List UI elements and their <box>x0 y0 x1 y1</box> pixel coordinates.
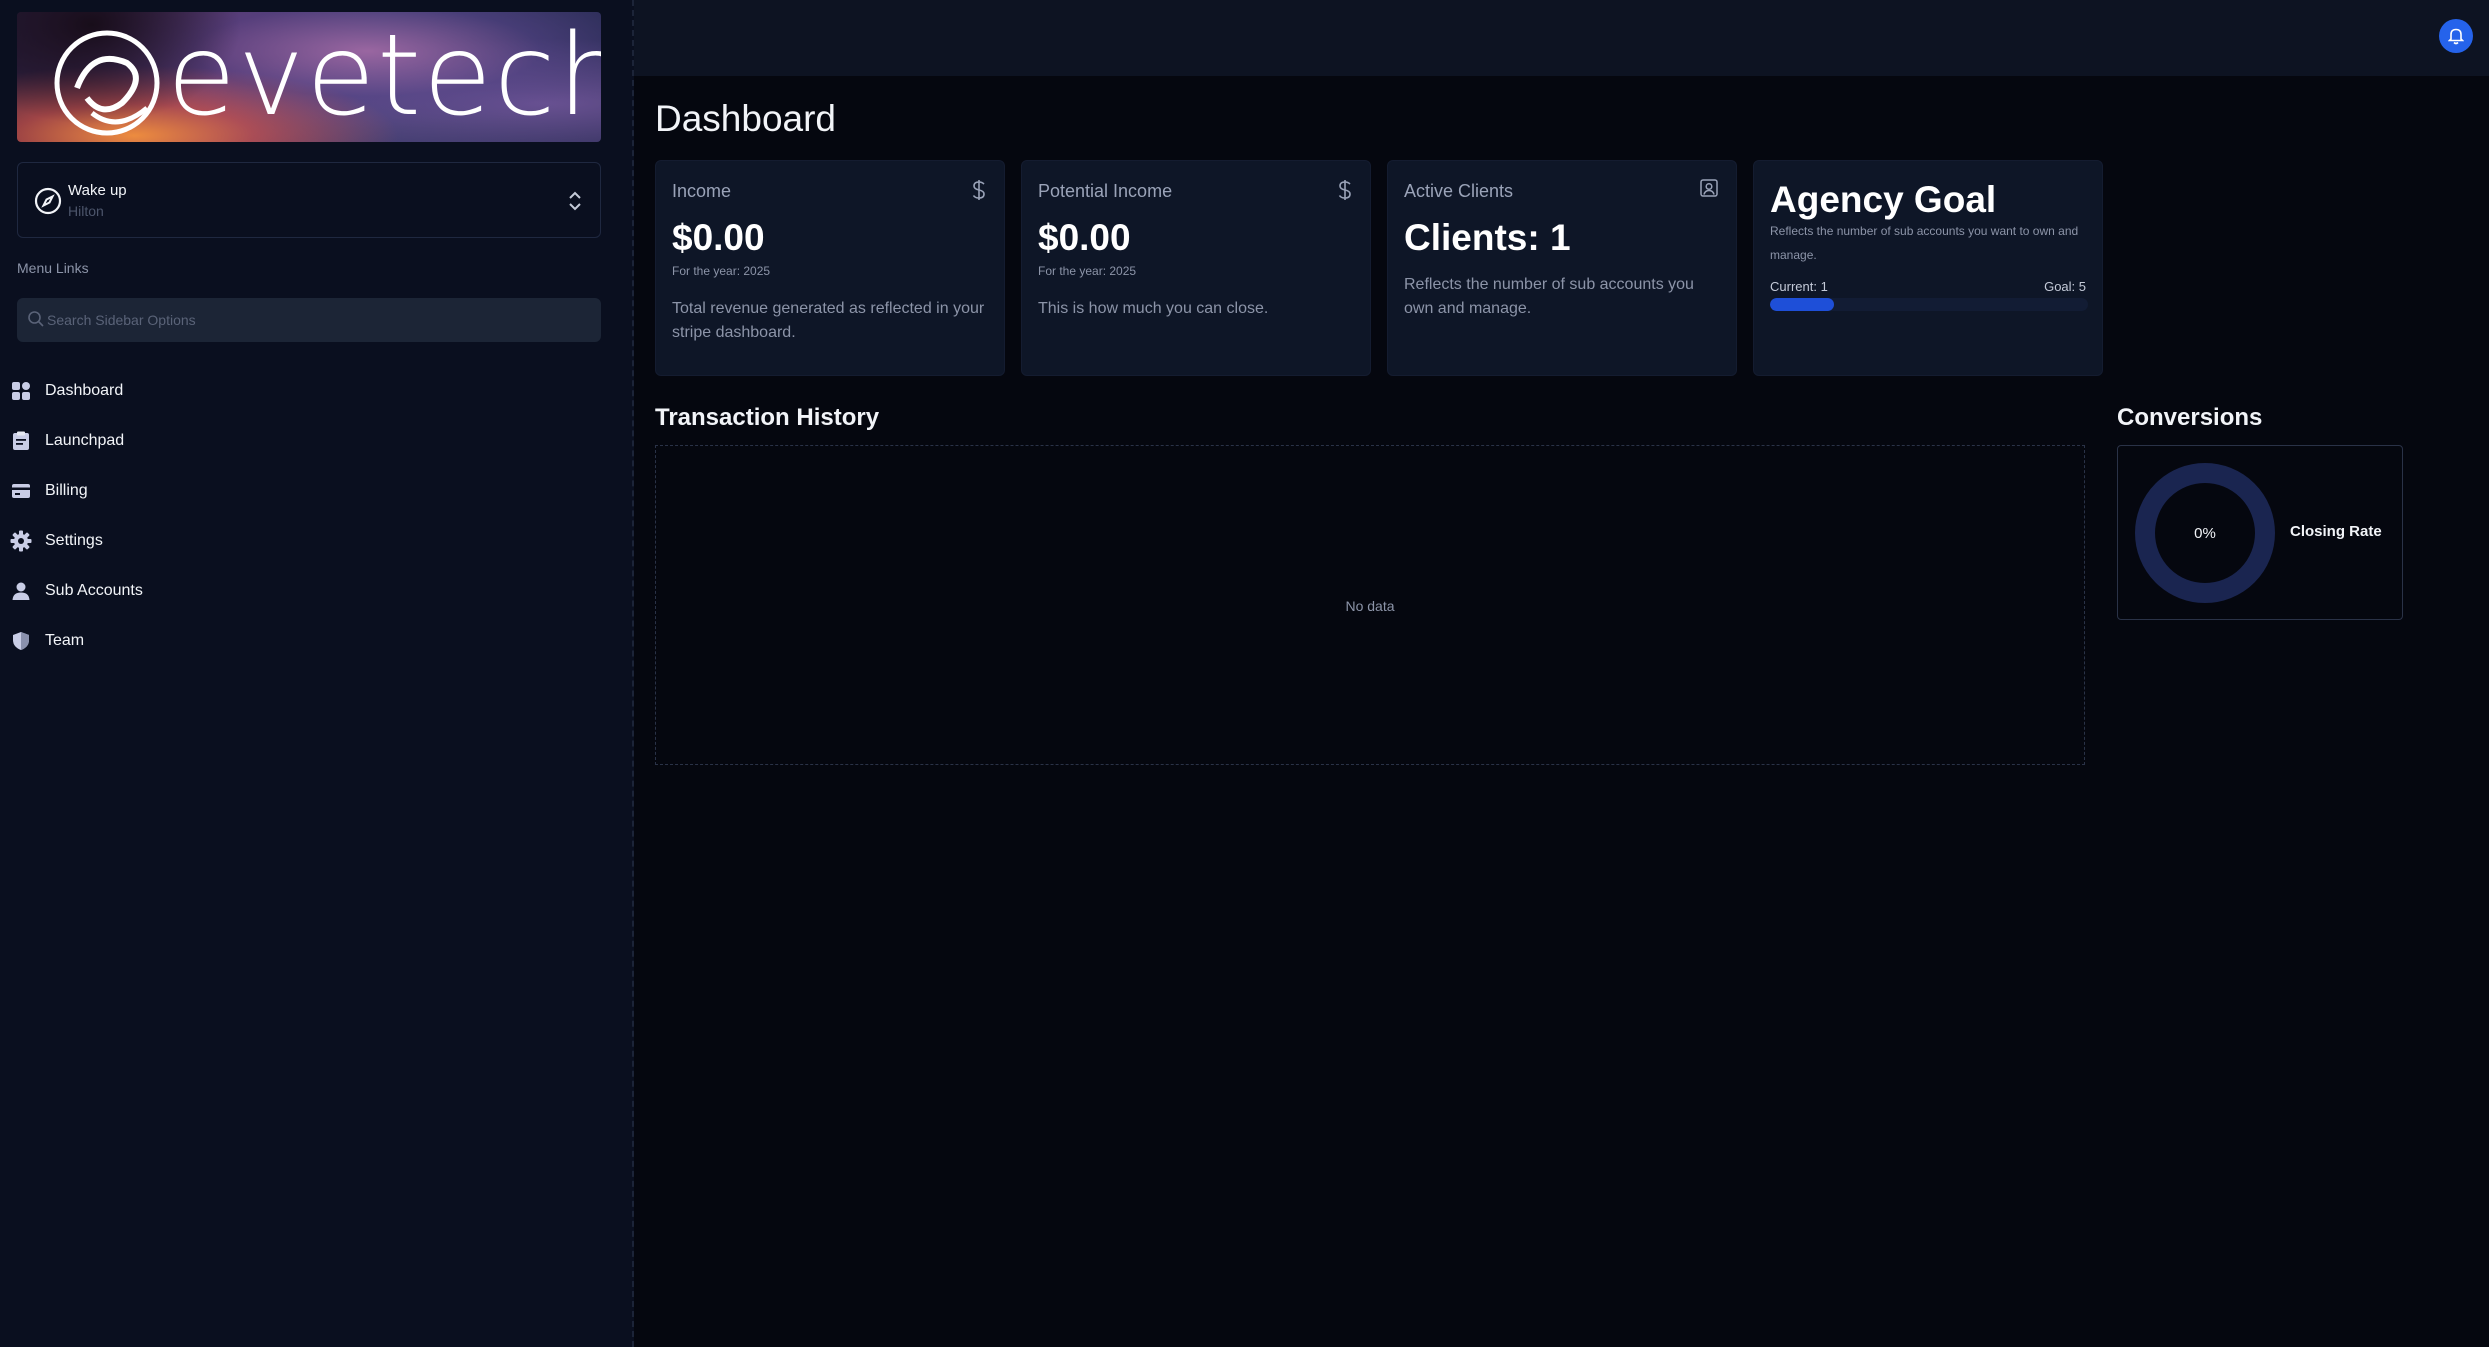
income-year: For the year: 2025 <box>672 264 771 278</box>
potential-income-card-title: Potential Income <box>1038 181 1173 201</box>
agency-goal-description: Reflects the number of sub accounts you … <box>1770 224 2079 262</box>
search-icon <box>28 311 44 327</box>
contact-icon <box>1700 179 1718 197</box>
potential-income-year: For the year: 2025 <box>1038 264 1137 278</box>
sidebar-item-sub-accounts[interactable]: Sub Accounts <box>0 566 634 616</box>
sidebar-item-label: Dashboard <box>45 382 124 399</box>
sidebar-item-label: Team <box>45 632 85 649</box>
bell-icon <box>2448 28 2464 45</box>
agency-goal-progress-fill <box>1770 298 1834 311</box>
income-description: Total revenue generated as reflected in … <box>672 300 985 341</box>
top-bar <box>634 0 2489 76</box>
account-name: Wake up <box>68 182 127 199</box>
agency-goal-target: Goal: 5 <box>2044 279 2086 294</box>
page-title: Dashboard <box>655 98 837 139</box>
income-value: $0.00 <box>672 217 765 258</box>
agency-goal-title: Agency Goal <box>1770 179 1997 220</box>
closing-rate-value: 0% <box>2194 524 2216 542</box>
sidebar-item-team[interactable]: Team <box>0 616 634 666</box>
account-switcher[interactable]: Wake up Hilton <box>17 162 601 238</box>
no-data-text: No data <box>1345 598 1395 614</box>
gear-icon <box>10 530 32 552</box>
potential-income-value: $0.00 <box>1038 217 1131 258</box>
sidebar-item-settings[interactable]: Settings <box>0 516 634 566</box>
agency-goal-current: Current: 1 <box>1770 279 1828 294</box>
brand-logo[interactable]: evetech <box>17 12 601 142</box>
agency-goal-card: Agency Goal Reflects the number of sub a… <box>1753 160 2103 376</box>
account-subtitle: Hilton <box>68 203 104 219</box>
closing-rate-caption: Closing Rate <box>2290 523 2382 540</box>
active-clients-description: Reflects the number of sub accounts you … <box>1404 276 1694 317</box>
menu-links-label: Menu Links <box>17 260 89 276</box>
potential-income-description: This is how much you can close. <box>1038 300 1269 317</box>
dollar-icon <box>1338 180 1351 200</box>
active-clients-value: Clients: 1 <box>1404 217 1571 258</box>
logo-wordmark: evetech <box>167 12 601 141</box>
sidebar-item-launchpad[interactable]: Launchpad <box>0 416 634 466</box>
agency-goal-progress-bar <box>1770 298 2088 311</box>
dashboard-icon <box>10 380 32 402</box>
clipboard-icon <box>10 430 32 452</box>
sidebar-item-label: Launchpad <box>45 432 125 449</box>
sidebar-item-label: Billing <box>45 482 88 499</box>
sidebar-item-billing[interactable]: Billing <box>0 466 634 516</box>
shield-icon <box>10 630 32 652</box>
sidebar: evetech Wake up Hilton Menu Links Dashbo… <box>0 0 634 1347</box>
transaction-history-chart: No data <box>655 445 2085 765</box>
conversions-title: Conversions <box>2117 404 2263 431</box>
sidebar-item-dashboard[interactable]: Dashboard <box>0 366 634 416</box>
transaction-history-title: Transaction History <box>655 404 880 431</box>
logo-swirl-icon <box>54 30 160 136</box>
compass-icon <box>34 187 62 215</box>
sidebar-nav: Dashboard Launchpad Billing Settings Sub… <box>0 366 634 666</box>
chevron-up-down-icon <box>569 191 581 211</box>
income-card: Income $0.00 For the year: 2025 Total re… <box>655 160 1005 376</box>
active-clients-card-title: Active Clients <box>1404 181 1514 201</box>
sidebar-search-input[interactable] <box>47 298 587 342</box>
dollar-icon <box>972 180 985 200</box>
sidebar-item-label: Sub Accounts <box>45 582 143 599</box>
income-card-title: Income <box>672 181 732 201</box>
conversions-card: 0% Closing Rate <box>2117 445 2403 620</box>
sidebar-search <box>17 298 601 342</box>
user-icon <box>10 580 32 602</box>
credit-card-icon <box>10 480 32 502</box>
potential-income-card: Potential Income $0.00 For the year: 202… <box>1021 160 1371 376</box>
sidebar-item-label: Settings <box>45 532 103 549</box>
active-clients-card: Active Clients Clients: 1 Reflects the n… <box>1387 160 1737 376</box>
notifications-button[interactable] <box>2439 19 2473 53</box>
